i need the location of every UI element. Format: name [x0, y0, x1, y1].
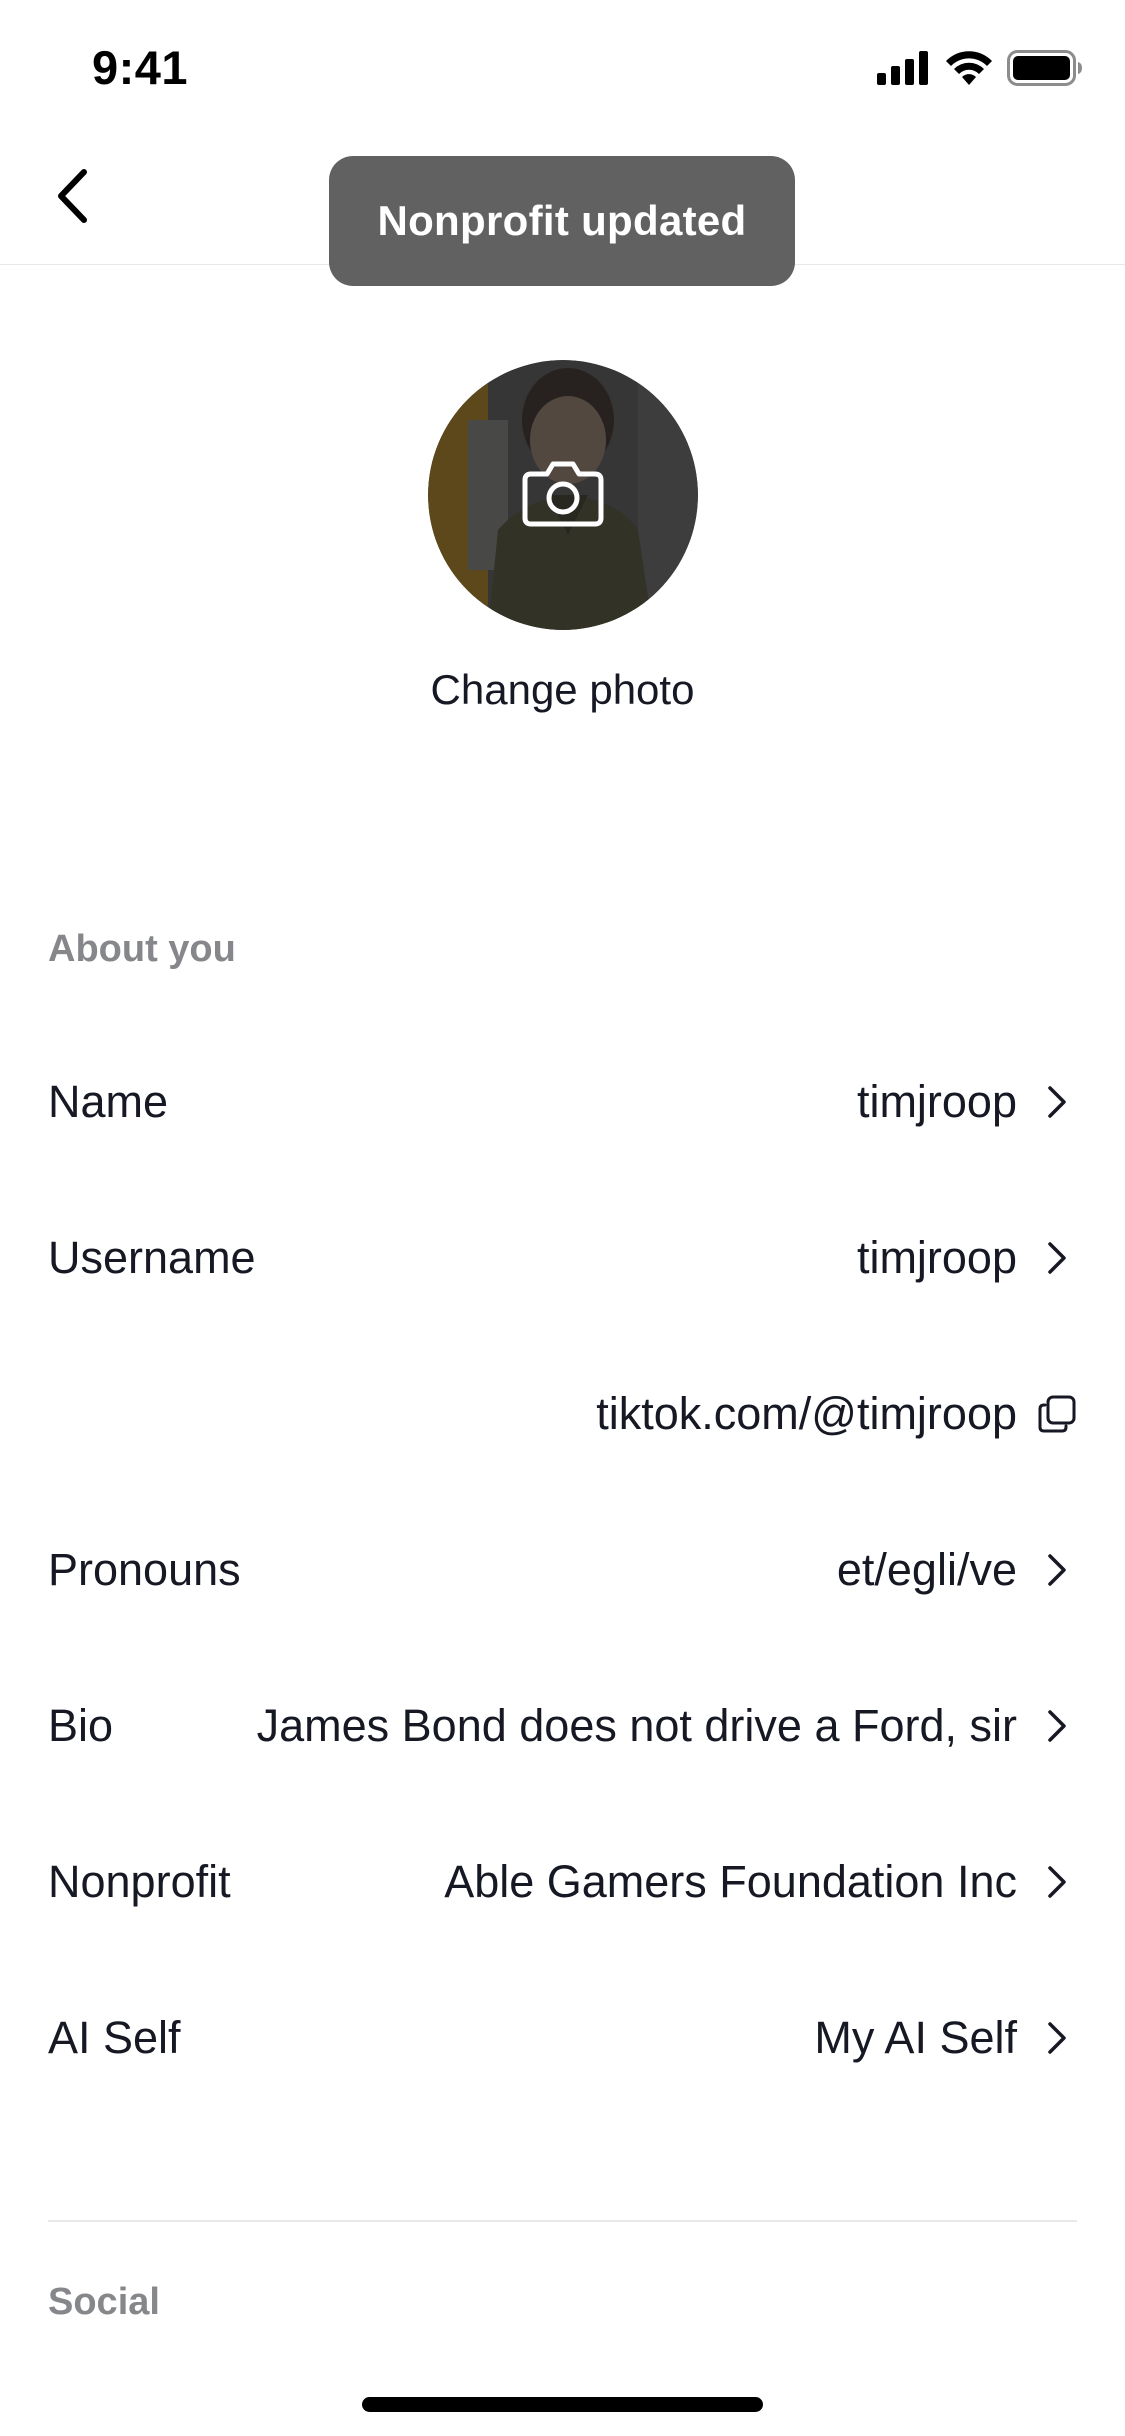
- row-label: Username: [48, 1232, 256, 1283]
- change-photo-button[interactable]: Change photo: [0, 666, 1125, 714]
- section-divider: [48, 2220, 1077, 2222]
- chevron-right-icon: [1037, 1862, 1077, 1902]
- row-ai-self[interactable]: AI Self My AI Self: [0, 1960, 1125, 2116]
- chevron-right-icon: [1037, 1238, 1077, 1278]
- chevron-right-icon: [1037, 1706, 1077, 1746]
- camera-icon: [521, 458, 605, 533]
- row-label: AI Self: [48, 2012, 181, 2063]
- status-time: 9:41: [92, 41, 189, 94]
- row-nonprofit[interactable]: Nonprofit Able Gamers Foundation Inc: [0, 1804, 1125, 1960]
- row-pronouns[interactable]: Pronouns et/egli/ve: [0, 1492, 1125, 1648]
- row-label: Name: [48, 1076, 169, 1127]
- row-value: My AI Self: [814, 2012, 1017, 2063]
- row-value: James Bond does not drive a Ford, sir: [256, 1700, 1017, 1751]
- toast-notification: Nonprofit updated: [329, 156, 795, 286]
- wifi-icon: [945, 51, 993, 90]
- copy-icon[interactable]: [1037, 1394, 1077, 1434]
- avatar[interactable]: [428, 360, 698, 630]
- toast-message: Nonprofit updated: [377, 197, 747, 244]
- row-label: Pronouns: [48, 1544, 241, 1595]
- row-value: et/egli/ve: [836, 1544, 1017, 1595]
- row-label: Bio: [48, 1700, 114, 1751]
- row-value: timjroop: [856, 1076, 1017, 1127]
- chevron-right-icon: [1037, 2018, 1077, 2058]
- row-value: timjroop: [856, 1232, 1017, 1283]
- back-button[interactable]: [40, 166, 104, 230]
- row-profile-link[interactable]: tiktok.com/@timjroop: [0, 1336, 1125, 1492]
- chevron-left-icon: [55, 168, 89, 229]
- chevron-right-icon: [1037, 1550, 1077, 1590]
- chevron-right-icon: [1037, 1082, 1077, 1122]
- cellular-signal-icon: [877, 51, 931, 90]
- row-bio[interactable]: Bio James Bond does not drive a Ford, si…: [0, 1648, 1125, 1804]
- section-header-social: Social: [48, 2281, 160, 2323]
- row-name[interactable]: Name timjroop: [0, 1024, 1125, 1180]
- row-value: Able Gamers Foundation Inc: [444, 1856, 1017, 1907]
- battery-icon: [1007, 50, 1083, 91]
- row-label: Nonprofit: [48, 1856, 231, 1907]
- section-header-about-you: About you: [48, 928, 236, 970]
- home-indicator[interactable]: [362, 2397, 763, 2412]
- profile-link: tiktok.com/@timjroop: [596, 1388, 1017, 1439]
- row-username[interactable]: Username timjroop: [0, 1180, 1125, 1336]
- status-icons: [877, 50, 1083, 91]
- status-bar: 9:41: [0, 0, 1125, 132]
